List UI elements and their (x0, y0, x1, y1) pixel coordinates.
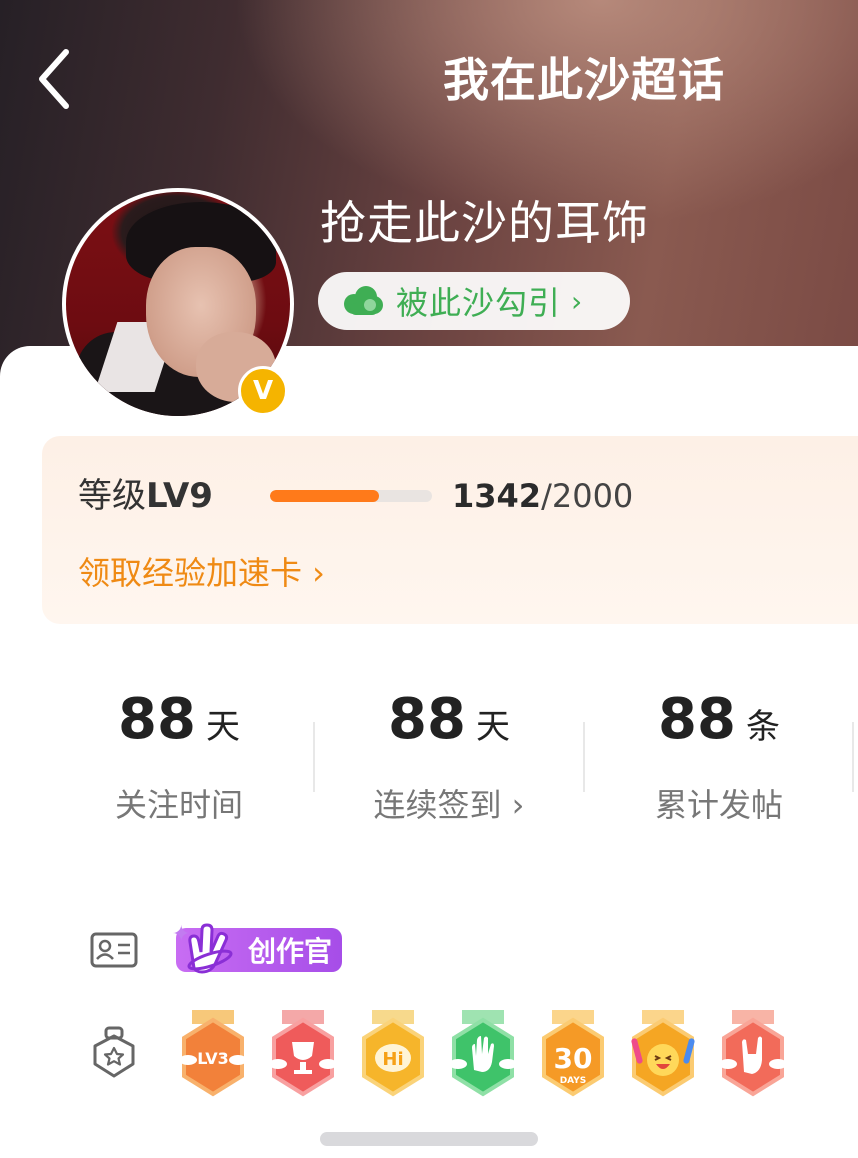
level-progress-fill (270, 490, 379, 502)
creator-badge[interactable]: ✦ 创作官 (172, 922, 342, 974)
stat-unit: 天 (475, 707, 510, 747)
level-progress-bar (270, 490, 432, 502)
medal-text: Hi (382, 1049, 403, 1070)
fan-title-label: 被此沙勾引 (396, 284, 562, 322)
home-indicator (320, 1132, 538, 1146)
stat-value: 88 (118, 687, 196, 752)
cheer-medal[interactable] (628, 1008, 698, 1100)
stat-value: 88 (658, 687, 736, 752)
stat-follow-days: 88 天 关注时间 (44, 682, 314, 833)
chevron-left-icon (39, 49, 69, 109)
exp-current: 1342 (452, 477, 542, 515)
stat-checkin-streak[interactable]: 88 天 连续签到 › (314, 682, 584, 833)
cloud-icon (344, 286, 383, 315)
level-label: 等级LV9 (78, 470, 213, 522)
lv3-medal[interactable]: LV3 (178, 1008, 248, 1100)
level-progress-text: 1342/2000 (452, 472, 633, 520)
stat-total-posts: 88 条 累计发帖 (584, 682, 854, 833)
stat-value: 88 (388, 687, 466, 752)
exp-boost-card-link[interactable]: 领取经验加速卡 › (78, 548, 325, 598)
hand-medal[interactable] (448, 1008, 518, 1100)
star-shield-icon (90, 1026, 138, 1078)
stat-label: 关注时间 (114, 786, 243, 824)
level-prefix: 等级 (78, 476, 146, 516)
exp-total: 2000 (551, 477, 634, 515)
verified-badge: V (238, 366, 288, 416)
creator-hand-icon (187, 923, 233, 974)
trophy-medal[interactable] (268, 1008, 338, 1100)
hi-medal[interactable]: Hi (358, 1008, 428, 1100)
fan-title-button[interactable]: 被此沙勾引 › (318, 272, 630, 330)
divider (852, 722, 854, 792)
user-name: 抢走此沙的耳饰 (320, 196, 649, 250)
medal-text: LV3 (197, 1049, 229, 1068)
fan-title-arrow: › (571, 284, 583, 318)
stat-unit: 条 (745, 707, 780, 747)
stat-unit: 天 (205, 707, 240, 747)
exp-separator: / (541, 477, 552, 515)
30-days-medal[interactable]: 30 DAYS (538, 1008, 608, 1100)
rock-hand-medal[interactable] (718, 1008, 788, 1100)
creator-badge-label: 创作官 (247, 935, 332, 968)
page-title: 我在此沙超话 (443, 53, 725, 107)
level-value: LV9 (146, 476, 213, 516)
medal-subtext: DAYS (560, 1076, 587, 1086)
back-button[interactable] (30, 48, 78, 110)
medal-text: 30 (554, 1042, 593, 1075)
stat-label: 累计发帖 (654, 786, 783, 824)
id-card-icon (90, 926, 138, 974)
stat-label: 连续签到 › (373, 786, 525, 824)
